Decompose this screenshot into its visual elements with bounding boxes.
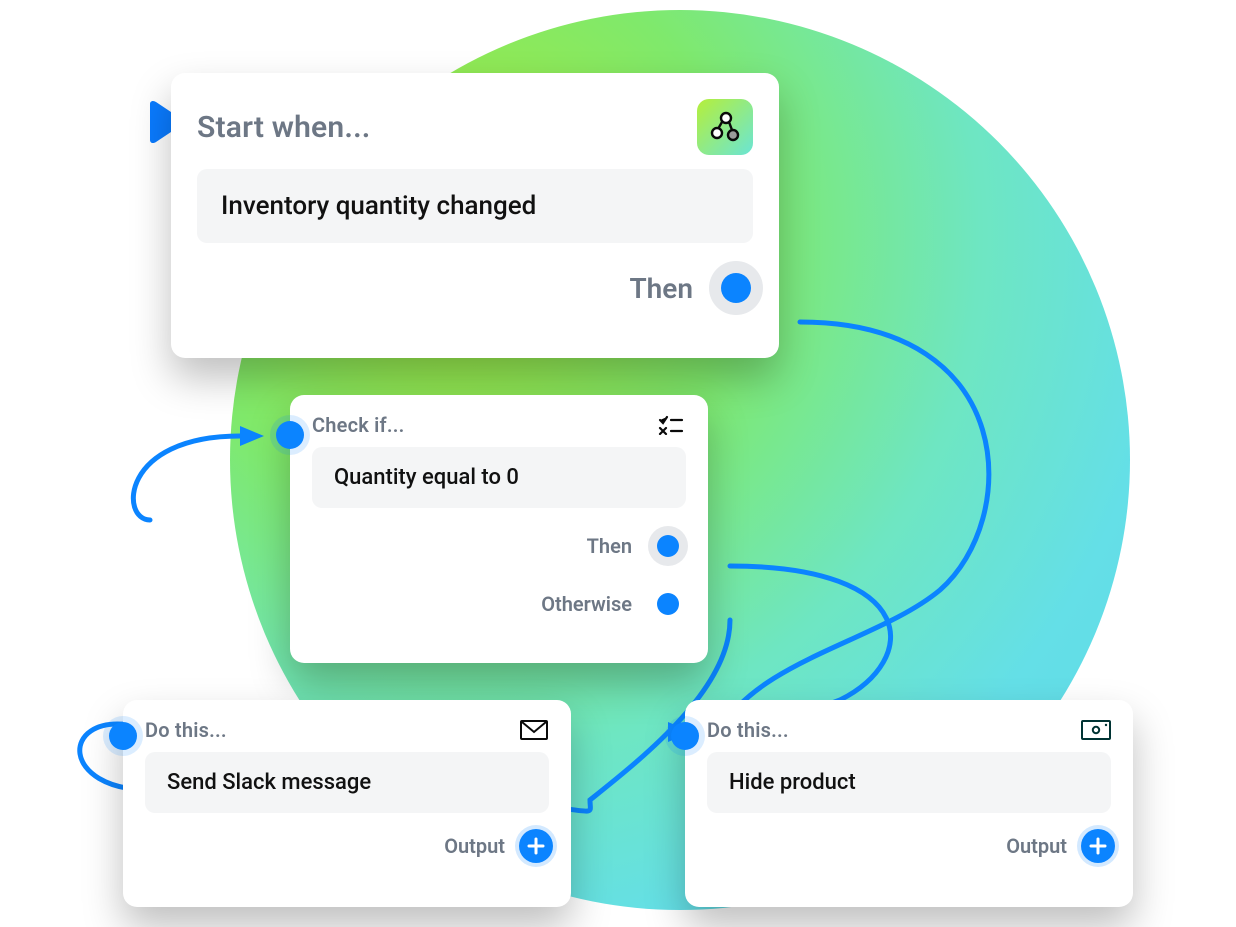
add-output-icon[interactable] xyxy=(519,829,553,863)
trigger-output-port[interactable]: Then xyxy=(629,259,765,317)
condition-then-port[interactable]: Then xyxy=(587,524,690,568)
checklist-icon xyxy=(656,414,686,436)
action-value[interactable]: Hide product xyxy=(707,752,1111,813)
trigger-card[interactable]: Start when... Inventory quantity changed… xyxy=(171,73,779,358)
card-header: Start when... xyxy=(171,73,779,169)
card-header: Do this... xyxy=(685,700,1133,752)
action-card-slack[interactable]: Do this... Send Slack message Output xyxy=(123,700,571,907)
port-label: Output xyxy=(444,834,505,858)
cash-icon xyxy=(1081,719,1111,741)
flow-icon xyxy=(697,99,753,155)
output-node-icon[interactable] xyxy=(646,524,690,568)
card-header: Check if... xyxy=(290,395,708,447)
trigger-heading: Start when... xyxy=(197,110,371,145)
action-heading: Do this... xyxy=(707,718,789,742)
action-output-port[interactable]: Output xyxy=(1006,829,1115,863)
output-node-icon[interactable] xyxy=(646,582,690,626)
workflow-canvas[interactable]: Start when... Inventory quantity changed… xyxy=(0,0,1236,927)
port-label: Output xyxy=(1006,834,1067,858)
action-value[interactable]: Send Slack message xyxy=(145,752,549,813)
action-card-hide-product[interactable]: Do this... Hide product Output xyxy=(685,700,1133,907)
input-node-icon[interactable] xyxy=(671,722,699,750)
card-header: Do this... xyxy=(123,700,571,752)
mail-icon xyxy=(519,719,549,741)
condition-heading: Check if... xyxy=(312,413,405,437)
output-node-icon[interactable] xyxy=(707,259,765,317)
condition-card[interactable]: Check if... Quantity equal to 0 Then Oth… xyxy=(290,395,708,663)
input-node-icon[interactable] xyxy=(276,421,304,449)
input-node-icon[interactable] xyxy=(109,722,137,750)
action-output-port[interactable]: Output xyxy=(444,829,553,863)
trigger-value[interactable]: Inventory quantity changed xyxy=(197,169,753,243)
condition-otherwise-port[interactable]: Otherwise xyxy=(541,582,690,626)
condition-value[interactable]: Quantity equal to 0 xyxy=(312,447,686,508)
action-heading: Do this... xyxy=(145,718,227,742)
port-label: Then xyxy=(587,534,632,558)
add-output-icon[interactable] xyxy=(1081,829,1115,863)
port-label: Otherwise xyxy=(541,592,632,616)
port-label: Then xyxy=(629,272,693,305)
